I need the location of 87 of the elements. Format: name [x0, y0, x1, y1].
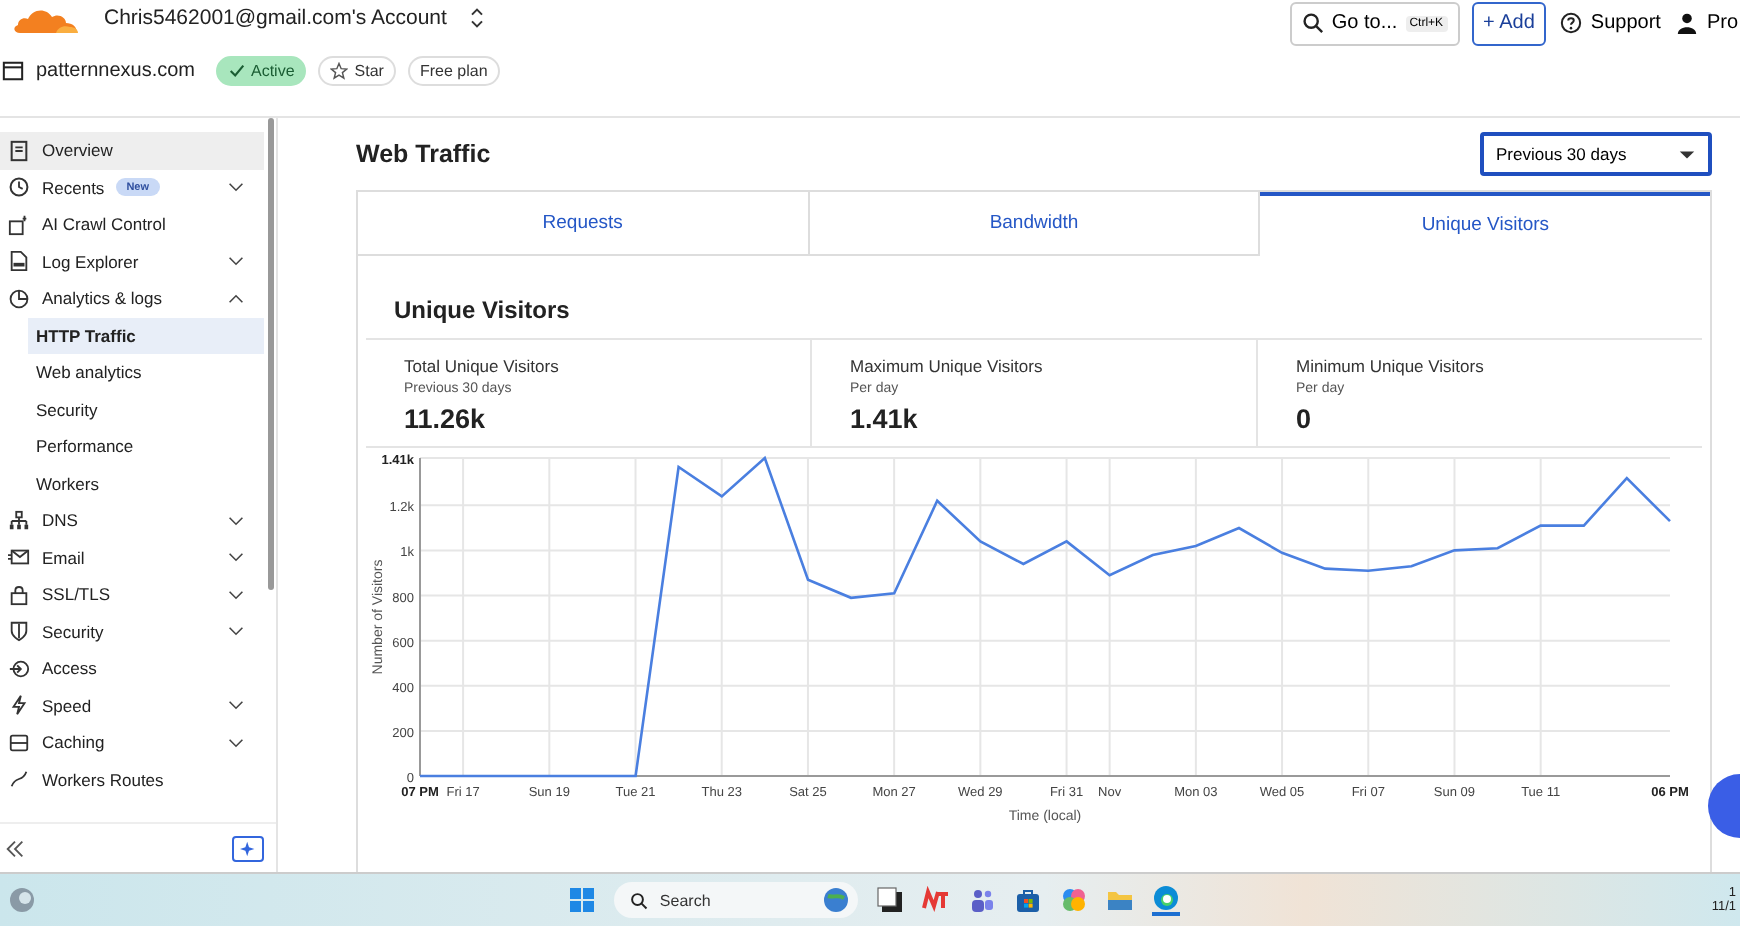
- profile-label: Pro: [1706, 12, 1738, 34]
- panel-title: Unique Visitors: [366, 256, 1702, 340]
- sidebar-item[interactable]: Analytics & logs: [0, 280, 264, 317]
- app-logo-icon[interactable]: [921, 886, 950, 914]
- search-icon: [1301, 12, 1324, 34]
- sidebar-label: Recents: [42, 177, 105, 198]
- stat-value: 0: [1296, 404, 1314, 434]
- sidebar-item[interactable]: Security: [0, 613, 264, 650]
- up-down-caret-icon[interactable]: [470, 8, 485, 28]
- sidebar-subitem[interactable]: Workers: [28, 465, 264, 502]
- sidebar-item[interactable]: Log Explorer: [0, 243, 264, 280]
- stat-label: Total Unique Visitors: [404, 356, 561, 376]
- sidebar-label: Workers Routes: [42, 769, 164, 790]
- browser-icon[interactable]: [1151, 884, 1180, 916]
- clock-icon: [8, 176, 30, 199]
- access-icon: [8, 657, 30, 680]
- sidebar-label: DNS: [42, 510, 78, 531]
- sidebar-subitem[interactable]: Web analytics: [28, 354, 264, 391]
- stat-value: 1.41k: [850, 404, 920, 434]
- sidebar-label: AI Crawl Control: [42, 214, 166, 235]
- bag-icon[interactable]: [1013, 886, 1042, 914]
- sidebar-label: Security: [42, 621, 104, 642]
- shield-icon: [8, 620, 30, 643]
- petal-icon[interactable]: [1059, 886, 1088, 914]
- browser-window-icon: [2, 60, 24, 82]
- chart-icon: [8, 287, 30, 310]
- star-button[interactable]: Star: [318, 56, 396, 86]
- domain-name: patternnexus.com: [36, 60, 195, 82]
- sidebar-label: Analytics & logs: [42, 288, 162, 309]
- add-button[interactable]: + Add: [1471, 1, 1547, 45]
- dns-icon: [8, 509, 30, 532]
- help-icon: [1560, 12, 1583, 34]
- collapse-icon[interactable]: [4, 837, 26, 859]
- search-field[interactable]: Search: [613, 882, 858, 918]
- lock-icon: [8, 583, 30, 606]
- stat-label: Maximum Unique Visitors: [850, 356, 1045, 376]
- sidebar-subitem[interactable]: Performance: [28, 428, 264, 465]
- sidebar-label: Speed: [42, 695, 92, 716]
- sidebar-subitem[interactable]: Security: [28, 391, 264, 428]
- profile-button[interactable]: Pro: [1674, 12, 1740, 34]
- sidebar-label: SSL/TLS: [42, 584, 111, 605]
- sidebar-label: Email: [42, 547, 85, 568]
- support-button[interactable]: Support: [1558, 12, 1663, 34]
- check-icon: [227, 62, 245, 80]
- sidebar-subitem[interactable]: HTTP Traffic: [28, 317, 264, 354]
- mail-icon: [8, 546, 30, 569]
- search-icon: [629, 891, 648, 909]
- search-placeholder: Search: [659, 891, 713, 909]
- status-label: Active: [251, 62, 295, 80]
- caret-icon: [1678, 145, 1696, 163]
- sidebar-item[interactable]: Access: [0, 650, 264, 687]
- range-dropdown[interactable]: Previous 30 days: [1480, 132, 1712, 176]
- folder-icon[interactable]: [1105, 886, 1134, 914]
- account-name[interactable]: Chris5462001@gmail.com's Account: [104, 6, 447, 30]
- go-to-label: Go to...: [1331, 12, 1398, 34]
- stat-label: Minimum Unique Visitors: [1296, 356, 1486, 376]
- globe-icon: [821, 886, 850, 914]
- doc-icon: [8, 139, 30, 162]
- star-icon: [330, 62, 349, 80]
- sidebar-label: Log Explorer: [42, 251, 139, 272]
- sidebar-item[interactable]: AI Crawl Control: [0, 206, 264, 243]
- sidebar-item[interactable]: Email: [0, 539, 264, 576]
- window-icon[interactable]: [875, 886, 904, 914]
- sidebar-item[interactable]: SSL/TLS: [0, 576, 264, 613]
- sidebar-item[interactable]: Caching: [0, 724, 264, 761]
- sidebar-label: Overview: [42, 140, 113, 161]
- sidebar-item[interactable]: Overview: [0, 132, 264, 169]
- stat-value: 11.26k: [404, 404, 488, 434]
- page-title: Web Traffic: [356, 140, 491, 168]
- drive-icon: [8, 731, 30, 754]
- four-squares-icon[interactable]: [567, 886, 596, 914]
- sparkle-button[interactable]: [232, 835, 264, 861]
- sparkle-icon: [239, 839, 257, 857]
- sidebar-item[interactable]: Workers Routes: [0, 761, 264, 798]
- sidebar-item[interactable]: Speed: [0, 687, 264, 724]
- scrollbar[interactable]: [268, 118, 274, 590]
- sidebar-label: Caching: [42, 732, 105, 753]
- tab[interactable]: Requests: [358, 192, 810, 256]
- sidebar-item[interactable]: DNS: [0, 502, 264, 539]
- sidebar-label: Access: [42, 658, 97, 679]
- bolt-icon: [8, 694, 30, 717]
- tab[interactable]: Bandwidth: [809, 192, 1261, 256]
- person-icon: [1676, 12, 1699, 34]
- support-label: Support: [1590, 12, 1661, 34]
- plan-badge: Free plan: [407, 56, 500, 86]
- people-icon[interactable]: [967, 886, 996, 914]
- range-label: Previous 30 days: [1496, 144, 1627, 164]
